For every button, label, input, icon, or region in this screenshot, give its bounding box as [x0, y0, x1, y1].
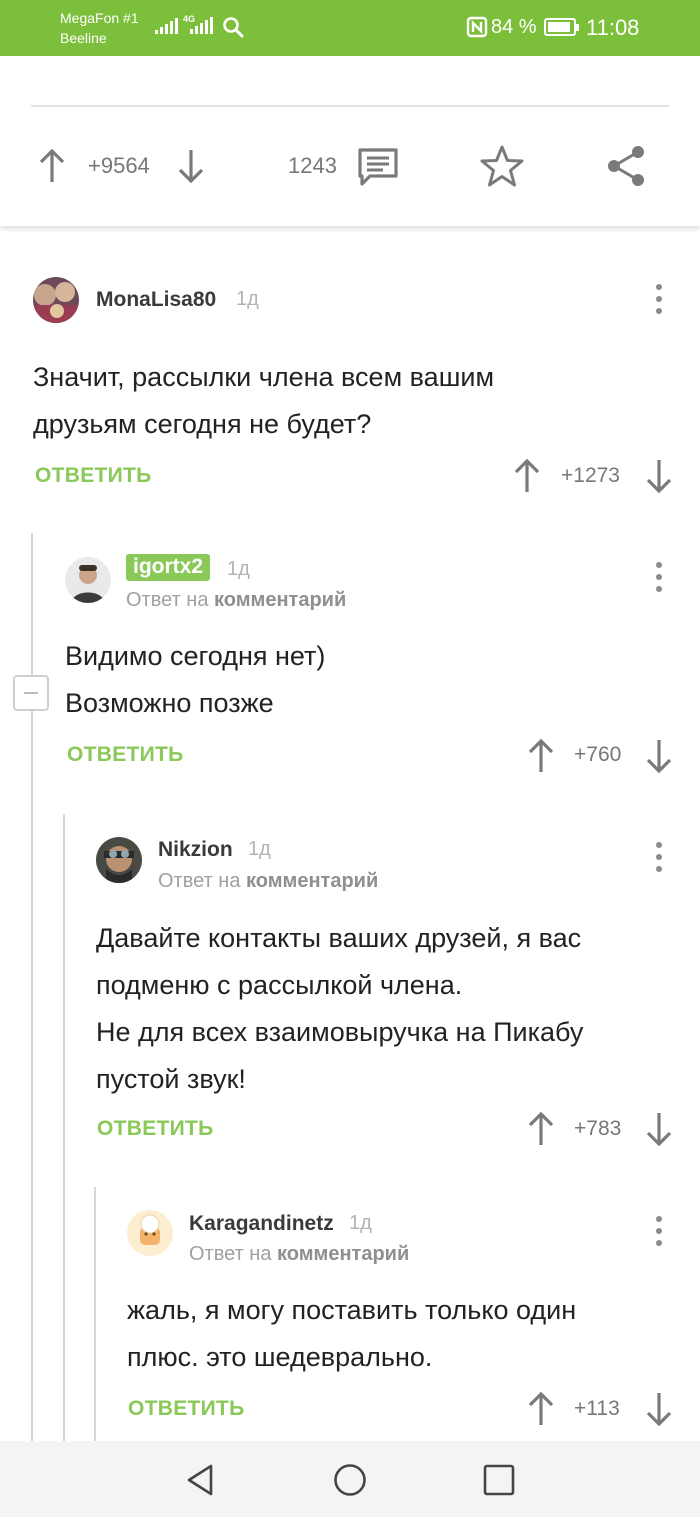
comments-icon[interactable]	[356, 146, 400, 186]
post-actions-bar: +9564 1243	[0, 138, 700, 194]
comments-count[interactable]: 1243	[288, 153, 337, 179]
reply-to-label[interactable]: Ответ на комментарий	[158, 870, 378, 893]
comment-time: 1д	[236, 288, 259, 310]
upvote-icon[interactable]	[512, 456, 542, 496]
reply-button[interactable]: ОТВЕТИТЬ	[128, 1397, 245, 1421]
comment: Karagandinetz 1д Ответ на комментарий жа…	[0, 1190, 700, 1441]
upvote-icon[interactable]	[526, 1109, 556, 1149]
battery-icon	[544, 18, 579, 36]
more-vert-icon[interactable]	[655, 1216, 663, 1248]
avatar[interactable]	[127, 1210, 173, 1256]
comment-author[interactable]: MonaLisa80	[96, 288, 216, 312]
post-footer: +9564 1243	[0, 56, 700, 226]
battery-percent: 84 %	[491, 16, 537, 38]
avatar[interactable]	[96, 837, 142, 883]
avatar[interactable]	[65, 557, 111, 603]
signal-icon	[190, 16, 213, 34]
comment-author[interactable]: Karagandinetz	[189, 1212, 334, 1236]
comment-rating: +783	[574, 1117, 622, 1140]
divider	[31, 105, 669, 107]
avatar[interactable]	[33, 277, 79, 323]
recents-icon[interactable]	[482, 1463, 516, 1497]
carrier-names: MegaFon #1 Beeline	[60, 8, 139, 48]
comment-rating: +760	[574, 743, 622, 766]
reply-button[interactable]: ОТВЕТИТЬ	[97, 1117, 214, 1141]
carrier-1: MegaFon #1	[60, 10, 139, 26]
comment-time: 1д	[248, 838, 271, 860]
comment-rating: +1273	[561, 464, 620, 487]
reply-to-label[interactable]: Ответ на комментарий	[126, 589, 346, 612]
upvote-icon[interactable]	[37, 146, 67, 186]
downvote-icon[interactable]	[644, 736, 674, 776]
signal-icon	[155, 16, 178, 34]
star-icon[interactable]	[479, 144, 525, 188]
downvote-icon[interactable]	[644, 1389, 674, 1429]
status-bar: MegaFon #1 Beeline 4G 84 % 11:08	[0, 0, 700, 56]
comment-text: Давайте контакты ваших друзей, я вас под…	[96, 923, 584, 1094]
comment-author[interactable]: igortx2	[126, 554, 211, 581]
share-icon[interactable]	[604, 144, 648, 188]
comment-rating: +113	[574, 1397, 620, 1420]
home-icon[interactable]	[333, 1463, 367, 1497]
clock: 11:08	[586, 15, 640, 40]
upvote-icon[interactable]	[526, 736, 556, 776]
upvote-icon[interactable]	[526, 1389, 556, 1429]
downvote-icon[interactable]	[644, 456, 674, 496]
comment-text: жаль, я могу поставить только один плюс.…	[127, 1295, 577, 1372]
reply-to-label[interactable]: Ответ на комментарий	[189, 1243, 409, 1266]
comment-text: Видимо сегодня нет) Возможно позже	[65, 641, 326, 718]
downvote-icon[interactable]	[176, 146, 206, 186]
comment-time: 1д	[349, 1212, 372, 1234]
more-vert-icon[interactable]	[655, 284, 663, 316]
comments-list: MonaLisa80 1д Значит, рассылки члена все…	[0, 236, 700, 1441]
system-nav-bar	[0, 1441, 700, 1517]
reply-button[interactable]: ОТВЕТИТЬ	[35, 464, 152, 488]
comment-time: 1д	[227, 558, 250, 580]
search-icon	[223, 17, 244, 38]
reply-button[interactable]: ОТВЕТИТЬ	[67, 743, 184, 767]
carrier-2: Beeline	[60, 30, 107, 46]
nfc-icon	[466, 16, 488, 38]
post-rating: +9564	[88, 153, 150, 178]
comment-author[interactable]: Nikzion	[158, 838, 233, 862]
comment: Nikzion 1д Ответ на комментарий Давайте …	[0, 816, 700, 1156]
downvote-icon[interactable]	[644, 1109, 674, 1149]
comment: MonaLisa80 1д Значит, рассылки члена все…	[0, 236, 700, 516]
comment-text: Значит, рассылки члена всем вашим друзья…	[33, 362, 495, 439]
comment: igortx2 1д Ответ на комментарий Видимо с…	[0, 536, 700, 796]
more-vert-icon[interactable]	[655, 842, 663, 874]
more-vert-icon[interactable]	[655, 562, 663, 594]
back-icon[interactable]	[184, 1463, 218, 1497]
